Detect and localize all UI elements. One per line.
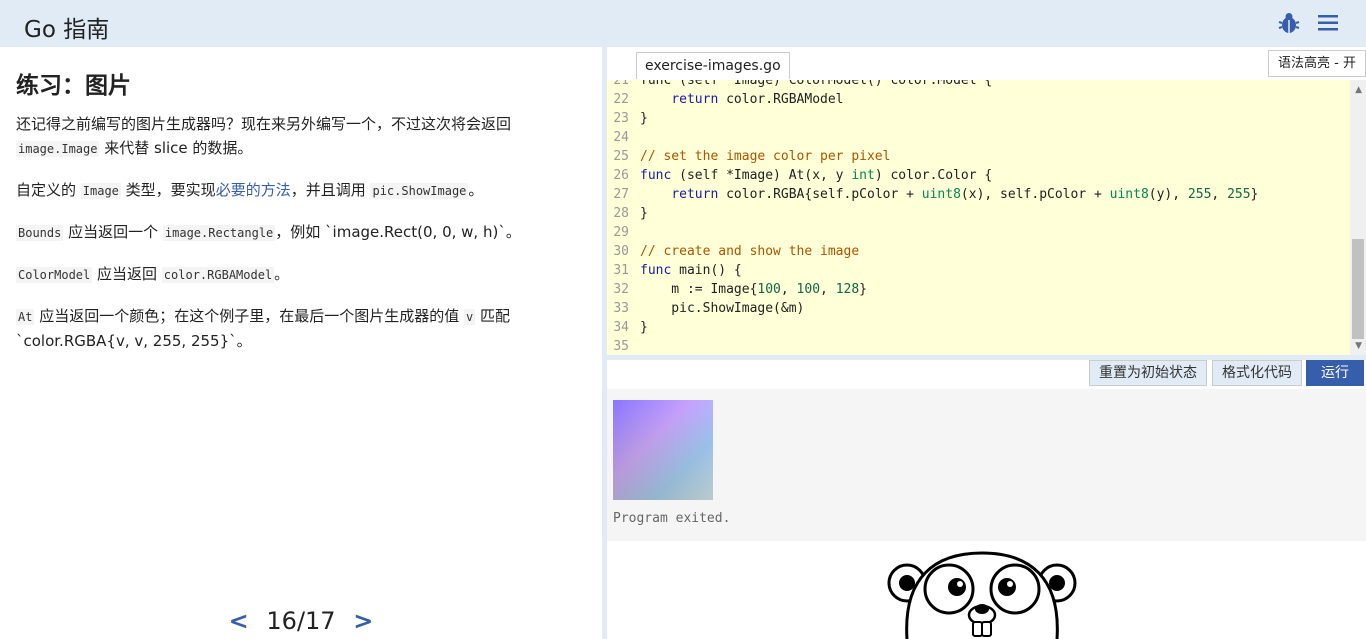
code-line: 22 return color.RGBAModel bbox=[607, 90, 1349, 109]
line-number: 34 bbox=[613, 320, 629, 335]
lesson-text: ，例如 `image.Rect(0, 0, w, h)`。 bbox=[275, 223, 521, 241]
line-number: 25 bbox=[613, 149, 629, 164]
necessary-methods-link[interactable]: 必要的方法 bbox=[216, 181, 291, 199]
inline-code: At bbox=[16, 309, 35, 325]
lesson-text: 。 bbox=[468, 181, 484, 199]
menu-icon[interactable] bbox=[1316, 13, 1340, 33]
scroll-down-icon[interactable]: ▼ bbox=[1355, 341, 1362, 351]
code-text: return color.RGBA{self.pColor + uint8(x)… bbox=[671, 187, 1259, 202]
code-text: return color.RGBAModel bbox=[671, 92, 844, 107]
format-button[interactable]: 格式化代码 bbox=[1212, 360, 1302, 386]
lesson-text: 来代替 slice 的数据。 bbox=[99, 139, 253, 157]
file-tab[interactable]: exercise-images.go bbox=[636, 52, 790, 79]
code-text: } bbox=[640, 111, 648, 126]
code-line: 24 bbox=[607, 128, 1349, 147]
lesson-text: 应当返回一个 bbox=[63, 223, 163, 241]
line-number: 28 bbox=[613, 206, 629, 221]
inline-code: Bounds bbox=[16, 225, 64, 241]
editor-scrollbar[interactable]: ▲ ▼ bbox=[1350, 80, 1366, 355]
lesson-paragraph: At 应当返回一个颜色；在这个例子里，在最后一个图片生成器的值 v 匹配 `co… bbox=[16, 304, 576, 353]
line-number: 26 bbox=[613, 168, 629, 183]
pager: < 16/17 > bbox=[0, 607, 602, 635]
line-number: 30 bbox=[613, 244, 629, 259]
line-number: 27 bbox=[613, 187, 629, 202]
file-tabs: exercise-images.go 语法高亮 - 开 bbox=[607, 47, 1366, 80]
code-line: 32 m := Image{100, 100, 128} bbox=[607, 280, 1349, 299]
lesson-paragraph: Bounds 应当返回一个 image.Rectangle ，例如 `image.… bbox=[16, 220, 576, 245]
code-line: 21 func (self *Image) ColorModel() color.… bbox=[607, 80, 1349, 90]
line-number: 23 bbox=[613, 111, 629, 126]
next-page-button[interactable]: > bbox=[353, 607, 373, 635]
code-text: func (self *Image) At(x, y int) color.Co… bbox=[640, 168, 993, 183]
code-line: 27 return color.RGBA{self.pColor + uint8… bbox=[607, 185, 1349, 204]
gopher-mascot-icon bbox=[887, 551, 1077, 639]
inline-code: color.RGBAModel bbox=[161, 267, 275, 283]
lesson-panel: 练习：图片 还记得之前编写的图片生成器吗？现在来另外编写一个，不过这次将会返回 i… bbox=[0, 47, 602, 639]
code-editor[interactable]: 21 func (self *Image) ColorModel() color.… bbox=[607, 80, 1366, 355]
output-status: Program exited. bbox=[613, 511, 731, 526]
lesson-text: 。 bbox=[274, 265, 290, 283]
code-line: 34} bbox=[607, 318, 1349, 337]
code-text: func (self *Image) ColorModel() color.Mo… bbox=[640, 80, 993, 88]
lesson-paragraph: 自定义的 Image 类型，要实现必要的方法，并且调用 pic.ShowImag… bbox=[16, 178, 576, 203]
inline-code: Image bbox=[80, 183, 121, 199]
inline-code: image.Rectangle bbox=[162, 225, 276, 241]
lesson-paragraph: 还记得之前编写的图片生成器吗？现在来另外编写一个，不过这次将会返回 image.I… bbox=[16, 112, 576, 161]
line-number: 32 bbox=[613, 282, 629, 297]
code-line: 35 bbox=[607, 337, 1349, 355]
code-line: 31 func main() { bbox=[607, 261, 1349, 280]
lesson-body: 还记得之前编写的图片生成器吗？现在来另外编写一个，不过这次将会返回 image.I… bbox=[16, 112, 576, 370]
run-button[interactable]: 运行 bbox=[1306, 360, 1364, 386]
scrollbar-thumb[interactable] bbox=[1352, 239, 1364, 339]
program-output: Program exited. bbox=[607, 389, 1366, 541]
editor-toolbar: 重置为初始状态 格式化代码 运行 bbox=[607, 360, 1366, 387]
line-number: 33 bbox=[613, 301, 629, 316]
code-line: 26 func (self *Image) At(x, y int) color.… bbox=[607, 166, 1349, 185]
line-number: 24 bbox=[613, 130, 629, 145]
code-text: // create and show the image bbox=[640, 244, 860, 259]
page-indicator: 16/17 bbox=[266, 607, 336, 635]
code-text: // set the image color per pixel bbox=[640, 149, 891, 164]
code-line: 23} bbox=[607, 109, 1349, 128]
syntax-highlight-toggle[interactable]: 语法高亮 - 开 bbox=[1268, 50, 1366, 77]
reset-button[interactable]: 重置为初始状态 bbox=[1089, 360, 1207, 386]
lesson-text: 还记得之前编写的图片生成器吗？现在来另外编写一个，不过这次将会返回 bbox=[16, 115, 512, 133]
lesson-text: 应当返回 bbox=[92, 265, 162, 283]
code-text: m := Image{100, 100, 128} bbox=[640, 282, 867, 297]
code-text: } bbox=[640, 320, 648, 335]
inline-code: pic.ShowImage bbox=[370, 183, 469, 199]
code-line: 28} bbox=[607, 204, 1349, 223]
line-number: 29 bbox=[613, 225, 629, 240]
lesson-title: 练习：图片 bbox=[16, 73, 131, 99]
lesson-text: ，并且调用 bbox=[290, 181, 371, 199]
code-line: 29 bbox=[607, 223, 1349, 242]
prev-page-button[interactable]: < bbox=[229, 607, 249, 635]
lesson-text: 自定义的 bbox=[16, 181, 81, 199]
code-text: func main() { bbox=[640, 263, 742, 278]
lesson-text: 类型，要实现 bbox=[120, 181, 216, 199]
lesson-text: 应当返回一个颜色；在这个例子里，在最后一个图片生成器的值 bbox=[34, 307, 464, 325]
code-line: 25 // set the image color per pixel bbox=[607, 147, 1349, 166]
scroll-up-icon[interactable]: ▲ bbox=[1355, 85, 1362, 95]
code-text: } bbox=[640, 206, 648, 221]
inline-code: image.Image bbox=[16, 141, 100, 157]
lesson-paragraph: ColorModel 应当返回 color.RGBAModel。 bbox=[16, 262, 576, 287]
code-line: 33 pic.ShowImage(&m) bbox=[607, 299, 1349, 318]
site-title[interactable]: Go 指南 bbox=[24, 10, 109, 44]
inline-code: ColorModel bbox=[16, 267, 93, 283]
output-image bbox=[613, 400, 713, 500]
line-number: 35 bbox=[613, 339, 629, 354]
code-line: 30 // create and show the image bbox=[607, 242, 1349, 261]
top-bar: Go 指南 bbox=[0, 0, 1366, 47]
line-number: 22 bbox=[613, 92, 629, 107]
line-number: 31 bbox=[613, 263, 629, 278]
code-panel: exercise-images.go 语法高亮 - 开 21 func (self… bbox=[607, 47, 1366, 639]
inline-code: v bbox=[464, 309, 476, 325]
bug-icon[interactable] bbox=[1278, 12, 1300, 34]
code-text: pic.ShowImage(&m) bbox=[640, 301, 805, 316]
